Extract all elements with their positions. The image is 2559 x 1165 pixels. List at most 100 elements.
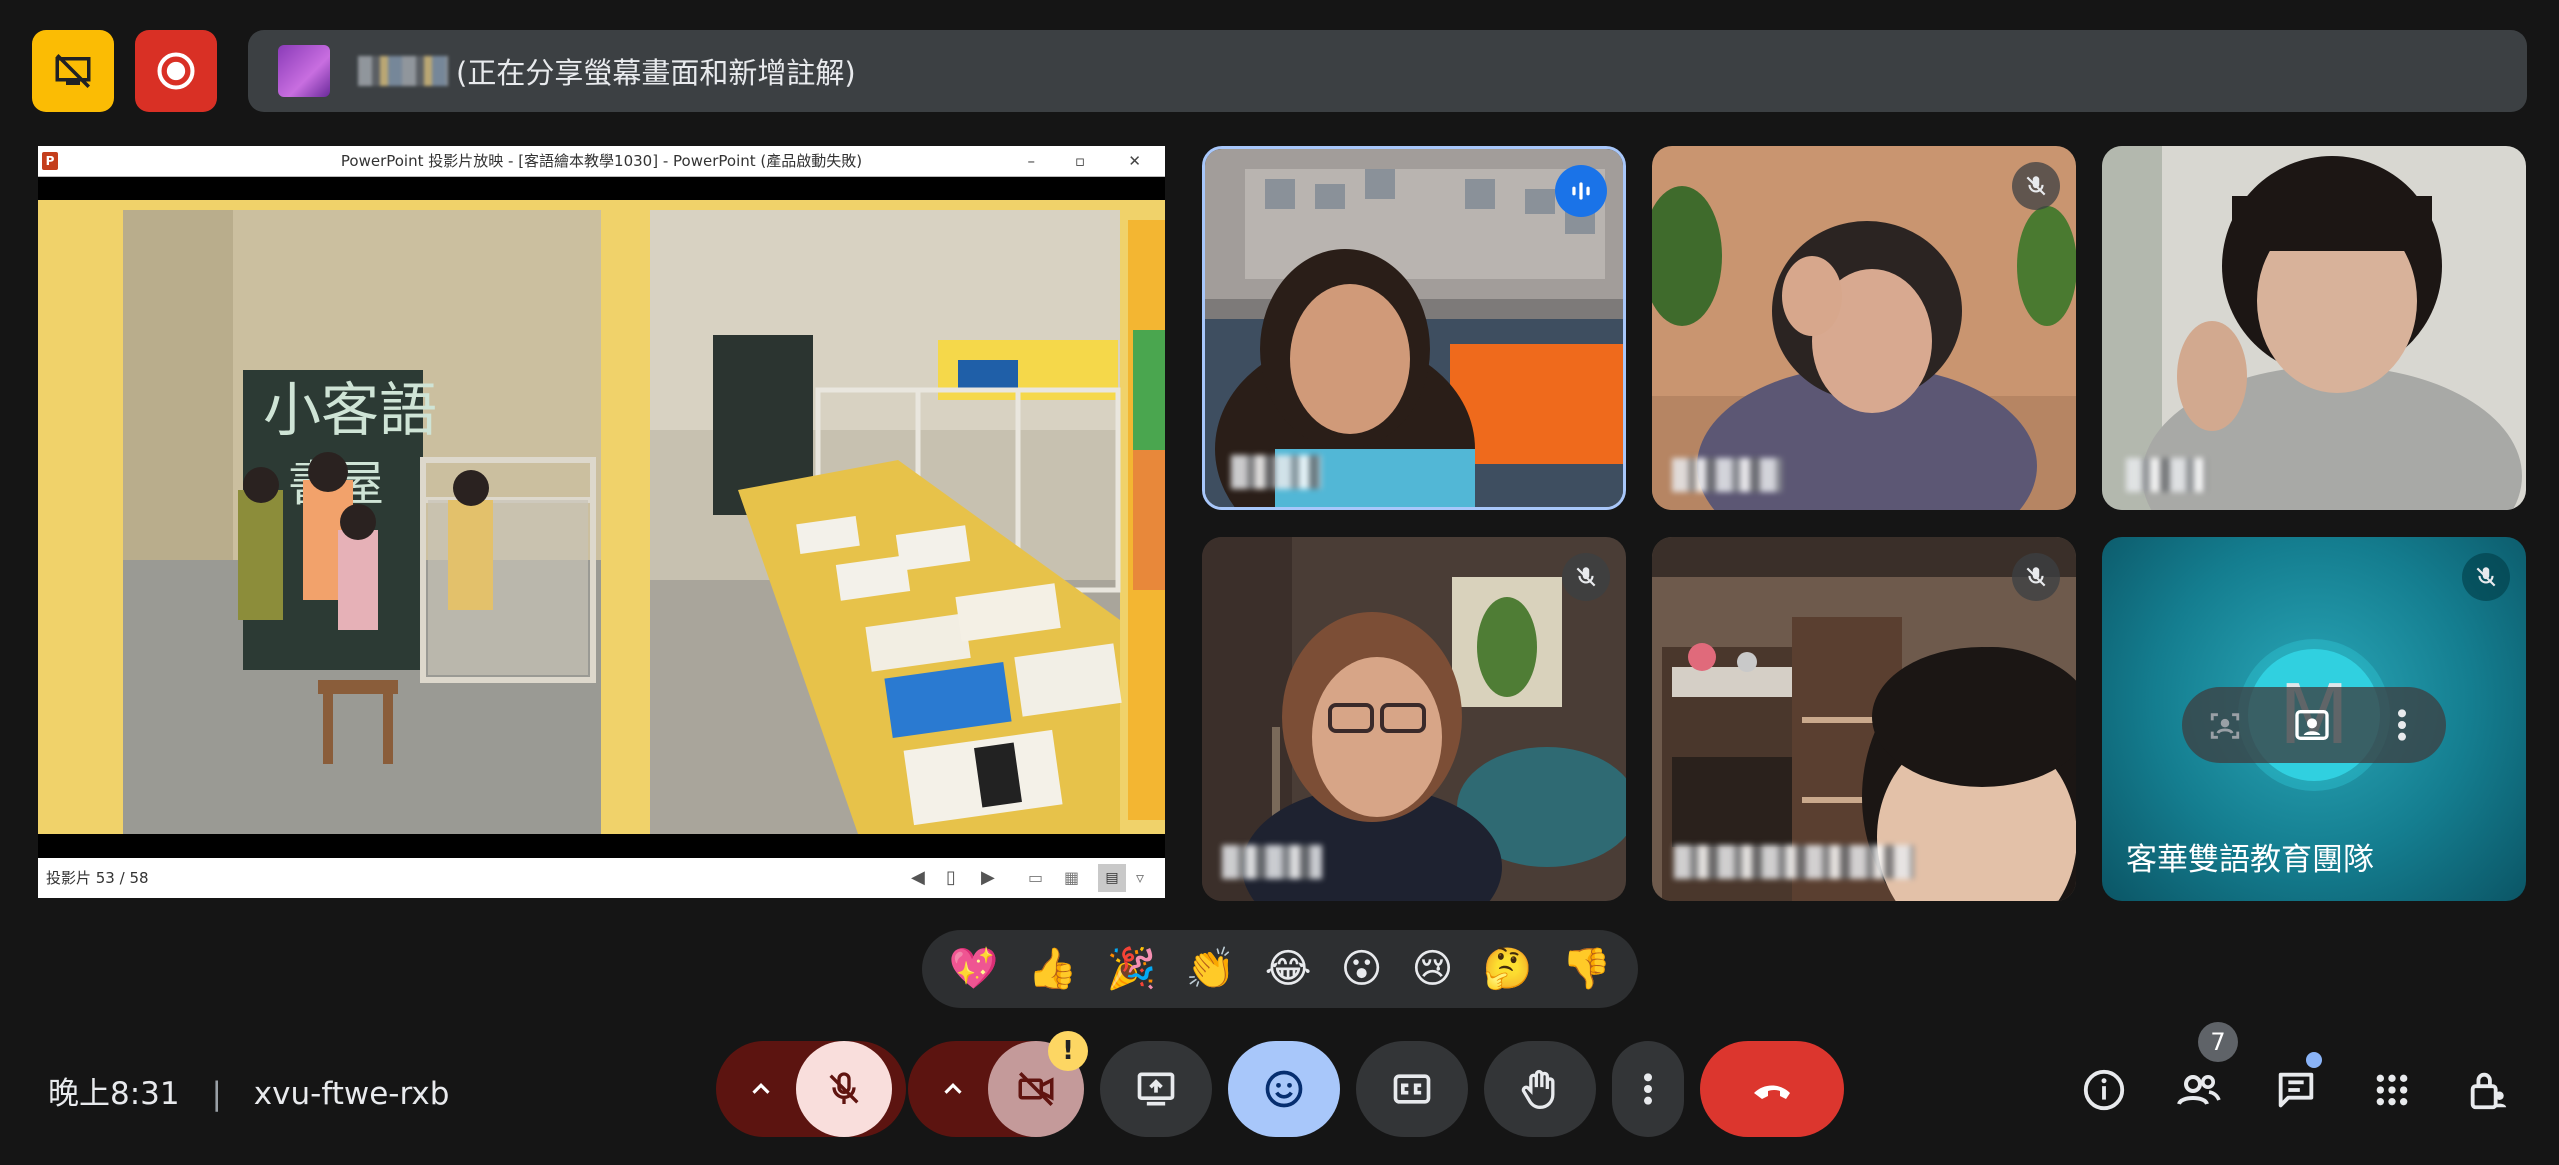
reaction-surprised[interactable]: 😮 (1341, 949, 1383, 989)
chat-icon (2278, 1072, 2314, 1108)
shared-presentation: P PowerPoint 投影片放映 - [客語繪本教學1030] - Powe… (38, 146, 1165, 898)
reaction-party-popper[interactable]: 🎉 (1107, 949, 1157, 989)
info-separator: | (211, 1076, 222, 1112)
smiley-icon (1265, 1070, 1303, 1108)
participant-name-blurred (1672, 458, 1782, 492)
chevron-up-icon (752, 1083, 770, 1094)
normal-view-icon[interactable]: ▭ (1028, 858, 1043, 898)
mic-off-icon (1576, 567, 1596, 587)
participant-tile[interactable] (1652, 146, 2076, 510)
pin-image-icon[interactable] (2285, 700, 2339, 750)
info-icon (2083, 1069, 2125, 1111)
reaction-crying[interactable]: 😢 (1412, 949, 1454, 989)
chat-unread-dot (2306, 1052, 2322, 1068)
participant-tile[interactable]: M 客華雙語教育團隊 (2102, 537, 2526, 901)
photo-book-display-table (650, 210, 1122, 834)
participant-name-blurred (1222, 845, 1322, 879)
captions-button[interactable] (1356, 1041, 1468, 1137)
mic-off-icon (2026, 176, 2046, 196)
prev-slide-icon[interactable]: ◀ (911, 858, 925, 898)
muted-indicator (2012, 162, 2060, 210)
participant-tile[interactable] (1202, 146, 1626, 510)
frame-person-icon[interactable] (2208, 709, 2242, 747)
recording-button[interactable] (135, 30, 217, 112)
presenter-name-blurred (358, 56, 448, 86)
mic-off-icon (829, 1072, 859, 1104)
meeting-details-button[interactable] (2078, 1064, 2130, 1116)
reaction-sparkling-heart[interactable]: 💖 (949, 949, 999, 989)
reaction-clapping[interactable]: 👏 (1186, 949, 1236, 989)
participant-count: 7 (2210, 1028, 2226, 1056)
participant-tile[interactable] (1202, 537, 1626, 901)
share-status-text: (正在分享螢幕畫面和新增註解) (456, 56, 856, 90)
sorter-view-icon[interactable]: ▦ (1064, 858, 1079, 898)
meeting-code: xvu-ftwe-rxb (253, 1076, 450, 1112)
slide-content: 小客語 書屋 (38, 200, 1165, 834)
muted-indicator (1562, 553, 1610, 601)
more-options-button[interactable] (1612, 1041, 1684, 1137)
chat-button[interactable] (2270, 1064, 2322, 1116)
participant-tile[interactable] (2102, 146, 2526, 510)
reading-view-icon[interactable]: ▤ (1098, 864, 1126, 892)
reactions-bar: 💖 👍 🎉 👏 😂 😮 😢 🤔 👎 (922, 930, 1638, 1008)
muted-indicator (2012, 553, 2060, 601)
call-end-icon (1754, 1085, 1790, 1099)
meeting-info: 晚上8:31 | xvu-ftwe-rxb (48, 1068, 449, 1113)
close-button[interactable]: ✕ (1128, 146, 1141, 176)
apps-grid-icon (2376, 1074, 2408, 1106)
reaction-laughing[interactable]: 😂 (1265, 949, 1312, 989)
audio-level-icon (1572, 182, 1590, 200)
presentation-window-title: PowerPoint 投影片放映 - [客語繪本教學1030] - PowerP… (340, 152, 863, 170)
minimize-button[interactable]: – (1028, 146, 1036, 176)
slide-menu-icon[interactable]: ▯ (946, 858, 956, 898)
slide-counter: 投影片 53 / 58 (46, 869, 149, 887)
present-to-all-icon (1137, 1072, 1175, 1106)
reaction-thumbs-up[interactable]: 👍 (1028, 949, 1078, 989)
tile-hover-controls (2182, 687, 2446, 763)
camera-off-icon (1018, 1072, 1054, 1106)
camera-warning-badge: ! (1048, 1031, 1088, 1071)
muted-indicator (2462, 553, 2510, 601)
participant-name-blurred (1231, 455, 1321, 489)
hand-icon (1521, 1070, 1555, 1109)
slideshow-view-icon[interactable]: ▿ (1136, 858, 1144, 898)
raise-hand-button[interactable] (1484, 1041, 1596, 1137)
presenting-disabled-button[interactable] (32, 30, 114, 112)
people-button[interactable] (2173, 1064, 2225, 1116)
screen-share-banner: (正在分享螢幕畫面和新增註解) (248, 30, 2527, 112)
participant-name-blurred (2126, 458, 2206, 492)
speaking-indicator (1555, 165, 1607, 217)
participant-video (1652, 146, 2076, 510)
participant-name: 客華雙語教育團隊 (2126, 842, 2374, 878)
more-options-icon[interactable] (2392, 705, 2412, 749)
mic-off-icon (2476, 567, 2496, 587)
participant-tile[interactable] (1652, 537, 2076, 901)
powerpoint-icon: P (42, 152, 58, 170)
presentation-titlebar: P PowerPoint 投影片放映 - [客語繪本教學1030] - Powe… (38, 146, 1165, 177)
reaction-thumbs-down[interactable]: 👎 (1562, 949, 1612, 989)
participant-count-badge: 7 (2198, 1022, 2238, 1062)
slideshow-statusbar: 投影片 53 / 58 ◀ ▯ ▶ ▭ ▦ ▤ ▿ (38, 858, 1165, 898)
leave-call-button[interactable] (1700, 1041, 1844, 1137)
present-screen-button[interactable] (1100, 1041, 1212, 1137)
host-controls-button[interactable] (2462, 1064, 2514, 1116)
activities-button[interactable] (2366, 1064, 2418, 1116)
slide-photos: 小客語 書屋 (38, 200, 1165, 834)
presenter-avatar (278, 45, 330, 97)
record-icon (157, 52, 195, 90)
reactions-button[interactable] (1228, 1041, 1340, 1137)
participant-name-blurred (1674, 845, 1914, 879)
chevron-up-icon (944, 1083, 962, 1094)
reaction-thinking[interactable]: 🤔 (1483, 949, 1533, 989)
photo-children-chalkboard: 小客語 書屋 (123, 210, 601, 834)
participant-video (2102, 146, 2526, 510)
svg-text:小客語: 小客語 (263, 376, 437, 444)
microphone-toggle[interactable] (796, 1041, 892, 1137)
next-slide-icon[interactable]: ▶ (981, 858, 995, 898)
closed-captions-icon (1393, 1074, 1431, 1104)
maximize-button[interactable]: ▫ (1075, 146, 1085, 176)
mic-off-icon (2026, 567, 2046, 587)
more-vert-icon (1644, 1073, 1652, 1105)
people-icon (2177, 1075, 2221, 1106)
warning-text: ! (1062, 1036, 1074, 1066)
